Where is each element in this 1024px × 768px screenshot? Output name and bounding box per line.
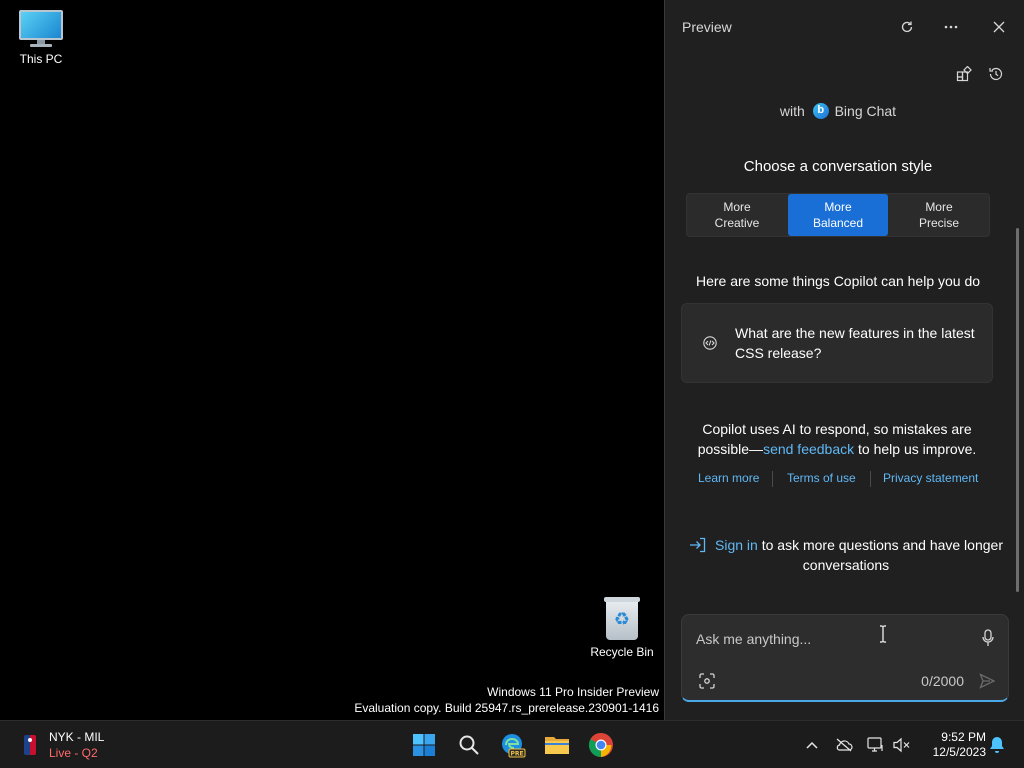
clock-time: 9:52 PM [941, 730, 986, 744]
sign-in-link[interactable]: Sign in [715, 537, 758, 553]
bing-chat-label: Bing Chat [834, 103, 897, 119]
history-button[interactable] [984, 62, 1008, 86]
disclaimer-text-end: to help us improve. [854, 441, 977, 457]
widget-status: Live - Q2 [49, 746, 98, 760]
onedrive-tray-button[interactable] [832, 733, 856, 757]
taskbar: NYK - MIL Live - Q2 PRE 9:52 PM 12/5/202… [0, 720, 1024, 768]
screenshot-button[interactable] [697, 671, 717, 691]
desktop-icon-this-pc[interactable]: This PC [1, 10, 81, 66]
style-label: More [723, 200, 751, 214]
send-icon [979, 673, 995, 689]
network-icon [867, 737, 883, 752]
search-button[interactable] [451, 727, 487, 763]
widget-title: NYK - MIL [49, 730, 105, 744]
bell-icon [990, 737, 1004, 753]
style-more-balanced-button[interactable]: More Balanced [788, 194, 888, 236]
desktop-icon-recycle-bin[interactable]: ♻ Recycle Bin [582, 597, 662, 659]
edge-preview-button[interactable]: PRE [495, 727, 531, 763]
show-hidden-icons-button[interactable] [800, 733, 824, 757]
privacy-statement-link[interactable]: Privacy statement [883, 471, 978, 485]
help-heading: Here are some things Copilot can help yo… [695, 273, 981, 289]
suggestion-text: What are the new features in the latest … [735, 325, 975, 361]
panel-scrollbar[interactable] [1016, 228, 1019, 592]
link-divider [772, 471, 773, 487]
conversation-style-selector: More Creative More Balanced More Precise [686, 193, 990, 237]
plugins-button[interactable] [952, 62, 976, 86]
style-label: Creative [714, 216, 760, 230]
clock-date: 12/5/2023 [932, 745, 986, 759]
watermark-line-2: Evaluation copy. Build 25947.rs_prerelea… [354, 701, 659, 715]
panel-header: Preview [665, 0, 1024, 54]
this-pc-icon [19, 10, 63, 48]
sign-in-text: to ask more questions and have longer co… [757, 537, 1003, 573]
start-button[interactable] [406, 727, 442, 763]
chrome-icon [588, 733, 613, 757]
character-count: 0/2000 [921, 673, 964, 689]
refresh-button[interactable] [894, 14, 920, 40]
ai-disclaimer: Copilot uses AI to respond, so mistakes … [681, 419, 993, 459]
terms-of-use-link[interactable]: Terms of use [787, 471, 856, 485]
learn-more-link[interactable]: Learn more [698, 471, 759, 485]
send-button[interactable] [977, 671, 997, 691]
style-label: Balanced [812, 216, 864, 230]
bing-logo-icon: b [812, 103, 829, 119]
sports-widget[interactable]: NYK - MIL Live - Q2 [20, 729, 140, 761]
close-icon [993, 21, 1005, 33]
refresh-icon [901, 21, 913, 33]
recycle-bin-icon: ♻ [603, 597, 641, 641]
link-divider [870, 471, 871, 487]
onedrive-offline-icon [836, 738, 853, 752]
with-bing-chat: with b Bing Chat [665, 103, 1011, 119]
footer-links: Learn more Terms of use Privacy statemen… [688, 471, 988, 487]
nba-logo-icon [24, 735, 36, 755]
desktop-icon-label: Recycle Bin [590, 645, 654, 659]
text-cursor-icon [880, 625, 886, 643]
style-label: Precise [918, 216, 959, 230]
suggestion-card[interactable]: What are the new features in the latest … [681, 303, 993, 383]
copilot-panel: Preview with b Bing Chat Choose a conver… [664, 0, 1024, 720]
search-icon [459, 735, 479, 755]
code-icon [703, 336, 717, 350]
file-explorer-button[interactable] [539, 727, 575, 763]
style-label: More [925, 200, 953, 214]
ask-input[interactable] [696, 629, 956, 649]
watermark-line-1: Windows 11 Pro Insider Preview [487, 685, 659, 699]
evaluation-watermark: Windows 11 Pro Insider Preview Evaluatio… [354, 684, 659, 716]
notifications-button[interactable] [985, 733, 1009, 757]
style-more-creative-button[interactable]: More Creative [687, 194, 787, 236]
more-options-button[interactable] [938, 14, 964, 40]
edge-pre-icon: PRE [502, 734, 526, 758]
chevron-up-icon [806, 741, 818, 749]
microphone-button[interactable] [978, 627, 998, 649]
conversation-style-heading: Choose a conversation style [743, 158, 933, 175]
desktop-icon-label: This PC [19, 52, 63, 66]
screenshot-icon [699, 673, 715, 689]
clock[interactable]: 9:52 PM 12/5/2023 [918, 730, 986, 760]
chat-composer: 0/2000 [681, 614, 1009, 702]
microphone-icon [982, 629, 994, 646]
windows-logo-icon [413, 734, 435, 756]
close-button[interactable] [986, 14, 1012, 40]
style-label: More [824, 200, 852, 214]
with-label: with [779, 103, 805, 119]
send-feedback-link[interactable]: send feedback [763, 441, 854, 457]
panel-title: Preview [682, 19, 732, 35]
volume-muted-icon [893, 737, 910, 753]
sign-in-icon [690, 537, 706, 553]
volume-tray-button[interactable] [890, 733, 914, 757]
style-more-precise-button[interactable]: More Precise [889, 194, 989, 236]
more-options-icon [944, 25, 958, 29]
plugins-icon [956, 66, 972, 82]
sign-in-prompt: Sign in to ask more questions and have l… [681, 535, 1011, 575]
desktop: This PC ♻ Recycle Bin Windows 11 Pro Ins… [0, 0, 664, 720]
folder-icon [545, 737, 569, 754]
history-icon [989, 67, 1003, 81]
network-tray-button[interactable] [864, 733, 888, 757]
chrome-button[interactable] [583, 727, 619, 763]
svg-text:PRE: PRE [510, 751, 523, 758]
